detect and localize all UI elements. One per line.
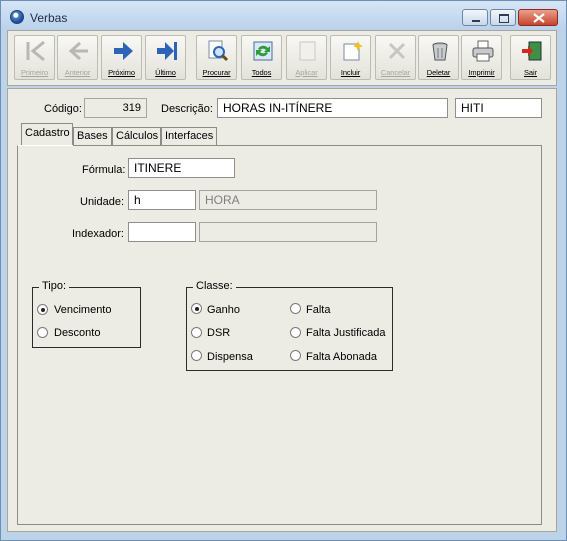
codigo-label: Código: xyxy=(44,103,82,115)
tab-cadastro[interactable]: Cadastro xyxy=(21,123,73,145)
apply-button[interactable]: Aplicar xyxy=(286,35,327,80)
next-record-icon xyxy=(114,42,133,60)
last-button[interactable]: Último xyxy=(145,35,186,80)
refresh-all-icon xyxy=(253,41,273,61)
exit-door-icon xyxy=(522,41,542,61)
first-button-label: Primeiro xyxy=(20,68,49,77)
descricao-label: Descrição: xyxy=(161,103,213,115)
cancel-button-label: Cancelar xyxy=(380,68,411,77)
falta-abonada-radio[interactable] xyxy=(290,350,301,361)
falta-abonada-label[interactable]: Falta Abonada xyxy=(306,351,377,363)
dsr-radio[interactable] xyxy=(191,327,202,338)
ganho-radio[interactable] xyxy=(191,303,202,314)
desconto-radio[interactable] xyxy=(37,327,48,338)
formula-label: Fórmula: xyxy=(82,164,126,176)
codigo-field[interactable]: 319 xyxy=(84,98,147,118)
close-icon xyxy=(533,13,545,23)
close-button[interactable] xyxy=(518,9,558,26)
dispensa-label[interactable]: Dispensa xyxy=(207,351,253,363)
previous-button[interactable]: Anterior xyxy=(57,35,98,80)
search-button[interactable]: Procurar xyxy=(196,35,237,80)
indexador-desc-field xyxy=(199,222,377,242)
dsr-label[interactable]: DSR xyxy=(207,327,230,339)
cancel-button[interactable]: Cancelar xyxy=(375,35,416,80)
falta-label[interactable]: Falta xyxy=(306,304,330,316)
print-button-label: Imprimir xyxy=(468,68,495,77)
next-button-label: Próximo xyxy=(108,68,135,77)
last-record-icon xyxy=(157,42,177,60)
desconto-label[interactable]: Desconto xyxy=(54,327,100,339)
falta-justificada-label[interactable]: Falta Justificada xyxy=(306,327,385,339)
abreviacao-field[interactable]: HITI xyxy=(455,98,542,118)
last-button-label: Último xyxy=(155,68,176,77)
next-button[interactable]: Próximo xyxy=(101,35,142,80)
previous-button-label: Anterior xyxy=(64,68,91,77)
descricao-field[interactable]: HORAS IN-ITÍNERE xyxy=(217,98,448,118)
window-title: Verbas xyxy=(30,11,68,25)
maximize-button[interactable] xyxy=(490,9,516,26)
indexador-label: Indexador: xyxy=(72,228,124,240)
printer-icon xyxy=(472,40,494,62)
all-button-label: Todos xyxy=(251,68,272,77)
ganho-label[interactable]: Ganho xyxy=(207,304,240,316)
tab-interfaces[interactable]: Interfaces xyxy=(161,127,217,145)
falta-radio[interactable] xyxy=(290,303,301,314)
search-icon xyxy=(208,40,229,62)
delete-button[interactable]: Deletar xyxy=(418,35,459,80)
vencimento-radio[interactable] xyxy=(37,304,48,315)
unidade-code-field[interactable]: h xyxy=(128,190,196,210)
search-button-label: Procurar xyxy=(202,68,231,77)
falta-justificada-radio[interactable] xyxy=(290,327,301,338)
exit-button-label: Sair xyxy=(524,68,537,77)
print-button[interactable]: Imprimir xyxy=(461,35,502,80)
tipo-group-title: Tipo: xyxy=(39,280,70,292)
apply-icon xyxy=(299,41,316,61)
unidade-label: Unidade: xyxy=(80,196,125,208)
tab-calculos[interactable]: Cálculos xyxy=(112,127,161,145)
app-icon xyxy=(10,10,24,24)
tab-divider xyxy=(73,145,542,146)
toolbar: Primeiro Anterior Próximo Último Procura… xyxy=(7,30,557,86)
all-button[interactable]: Todos xyxy=(241,35,282,80)
exit-button[interactable]: Sair xyxy=(510,35,551,80)
title-bar[interactable]: Verbas xyxy=(1,1,566,31)
first-record-icon xyxy=(26,40,45,62)
new-record-icon xyxy=(343,41,363,61)
apply-button-label: Aplicar xyxy=(295,68,318,77)
trash-icon xyxy=(432,42,448,61)
unidade-desc-field: HORA xyxy=(199,190,377,210)
new-button-label: Incluir xyxy=(340,68,361,77)
new-button[interactable]: Incluir xyxy=(330,35,371,80)
delete-button-label: Deletar xyxy=(426,68,451,77)
cancel-icon xyxy=(388,42,406,60)
classe-group-title: Classe: xyxy=(193,280,236,292)
tab-bases[interactable]: Bases xyxy=(73,127,112,145)
dispensa-radio[interactable] xyxy=(191,350,202,361)
vencimento-label[interactable]: Vencimento xyxy=(54,304,111,316)
previous-record-icon xyxy=(68,41,88,61)
formula-field[interactable]: ITINERE xyxy=(128,158,235,178)
first-button[interactable]: Primeiro xyxy=(14,35,55,80)
indexador-code-field[interactable] xyxy=(128,222,196,242)
minimize-button[interactable] xyxy=(462,9,488,26)
